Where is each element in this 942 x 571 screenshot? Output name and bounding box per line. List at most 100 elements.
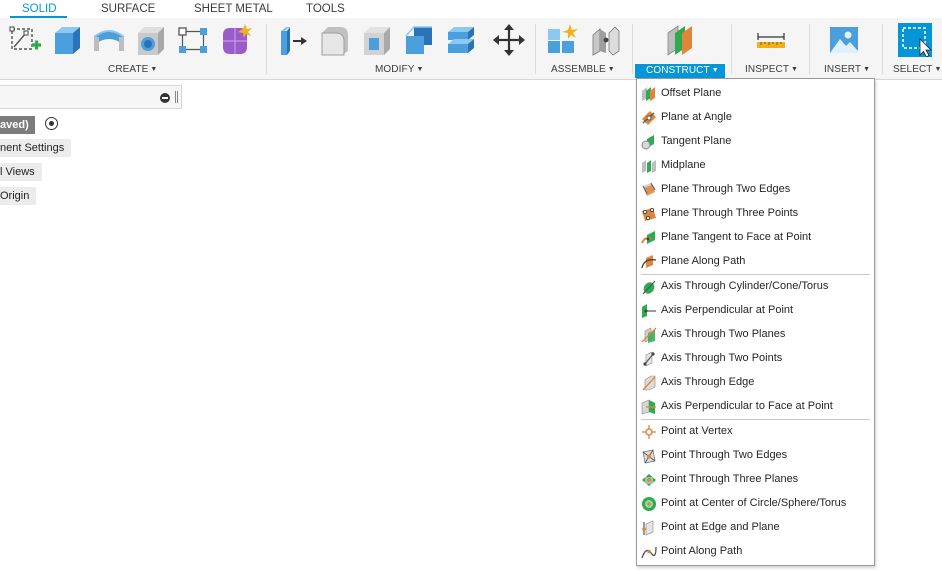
active-document-radio-icon[interactable] xyxy=(45,117,58,130)
tab-tools[interactable]: TOOLS xyxy=(306,3,345,15)
menu-item-label: Plane Along Path xyxy=(661,255,746,267)
tab-solid[interactable]: SOLID xyxy=(22,3,57,15)
select-window-icon[interactable] xyxy=(898,23,932,57)
menu-item-axis-cylinder[interactable]: Axis Through Cylinder/Cone/Torus xyxy=(637,275,874,299)
menu-item-point-three-planes[interactable]: Point Through Three Planes xyxy=(637,468,874,492)
create-menu-button[interactable]: CREATE ▼ xyxy=(108,64,157,75)
insert-menu-button[interactable]: INSERT ▼ xyxy=(824,64,870,75)
menu-item-plane-three-points[interactable]: Plane Through Three Points xyxy=(637,202,874,226)
midplane-icon xyxy=(641,158,657,174)
browser-node-origin[interactable]: Origin xyxy=(0,187,37,205)
move-icon[interactable] xyxy=(492,23,526,57)
collapse-icon[interactable] xyxy=(160,93,170,103)
assemble-menu-button[interactable]: ASSEMBLE ▼ xyxy=(551,64,615,75)
insert-image-icon[interactable] xyxy=(827,23,861,57)
tangent-plane-icon xyxy=(641,134,657,150)
select-menu-button[interactable]: SELECT ▼ xyxy=(893,64,942,75)
menu-item-axis-edge[interactable]: Axis Through Edge xyxy=(637,371,874,395)
modify-label: MODIFY xyxy=(375,64,415,75)
menu-item-label: Axis Perpendicular to Face at Point xyxy=(661,400,833,412)
menu-item-label: Point Through Two Edges xyxy=(661,449,788,461)
menu-item-label: Axis Through Cylinder/Cone/Torus xyxy=(661,280,829,292)
chevron-down-icon: ▼ xyxy=(416,66,424,73)
chevron-down-icon: ▼ xyxy=(934,66,942,73)
menu-item-plane-at-angle[interactable]: Plane at Angle xyxy=(637,106,874,130)
chevron-down-icon: ▼ xyxy=(607,66,615,73)
new-component-icon[interactable] xyxy=(545,23,579,57)
toolbar-divider xyxy=(266,24,267,74)
extrude-icon[interactable] xyxy=(50,23,84,57)
menu-item-tangent-plane[interactable]: Tangent Plane xyxy=(637,130,874,154)
pin-icon[interactable] xyxy=(175,91,178,103)
point-center-icon xyxy=(641,496,657,512)
menu-item-label: Axis Through Two Planes xyxy=(661,328,786,340)
create-label: CREATE xyxy=(108,64,149,75)
axis-perpendicular-face-icon xyxy=(641,399,657,415)
point-along-path-icon xyxy=(641,544,657,560)
menu-item-label: Point Along Path xyxy=(661,545,743,557)
menu-item-point-along-path[interactable]: Point Along Path xyxy=(637,540,874,564)
tab-surface[interactable]: SURFACE xyxy=(101,3,155,15)
menu-item-plane-two-edges[interactable]: Plane Through Two Edges xyxy=(637,178,874,202)
browser-document-node[interactable]: aved) xyxy=(0,116,35,134)
menu-item-label: Plane Through Two Edges xyxy=(661,183,791,195)
menu-item-label: Axis Perpendicular at Point xyxy=(661,304,794,316)
browser-header xyxy=(0,85,182,109)
menu-item-point-center[interactable]: Point at Center of Circle/Sphere/Torus xyxy=(637,492,874,516)
revolve-icon[interactable] xyxy=(92,23,126,57)
offset-plane-icon[interactable] xyxy=(664,23,698,57)
construct-dropdown-menu: Offset Plane Plane at Angle Tangent Plan… xyxy=(636,78,875,566)
menu-item-plane-along-path[interactable]: Plane Along Path xyxy=(637,250,874,274)
combine-icon[interactable] xyxy=(402,23,436,57)
menu-item-axis-perpendicular-point[interactable]: Axis Perpendicular at Point xyxy=(637,299,874,323)
offset-plane-icon xyxy=(641,86,657,102)
modify-menu-button[interactable]: MODIFY ▼ xyxy=(375,64,424,75)
menu-item-axis-two-planes[interactable]: Axis Through Two Planes xyxy=(637,323,874,347)
plane-tangent-face-icon xyxy=(641,230,657,246)
menu-item-axis-two-points[interactable]: Axis Through Two Points xyxy=(637,347,874,371)
shell-icon[interactable] xyxy=(360,23,394,57)
menu-item-label: Point at Vertex xyxy=(661,425,733,437)
point-two-edges-icon xyxy=(641,448,657,464)
menu-item-label: Point Through Three Planes xyxy=(661,473,799,485)
toolbar-divider xyxy=(809,24,810,74)
hole-icon[interactable] xyxy=(134,23,168,57)
browser-node-views[interactable]: l Views xyxy=(0,163,42,181)
fusion-window: SOLID SURFACE SHEET METAL TOOLS CREATE ▼… xyxy=(0,0,942,571)
split-face-icon[interactable] xyxy=(444,23,478,57)
toolbar-divider xyxy=(632,24,633,74)
menu-item-offset-plane[interactable]: Offset Plane xyxy=(637,82,874,106)
axis-two-points-icon xyxy=(641,351,657,367)
chevron-down-icon: ▼ xyxy=(791,66,799,73)
menu-item-point-vertex[interactable]: Point at Vertex xyxy=(637,420,874,444)
plane-two-edges-icon xyxy=(641,182,657,198)
menu-item-label: Plane Tangent to Face at Point xyxy=(661,231,812,243)
plane-three-points-icon xyxy=(641,206,657,222)
press-pull-icon[interactable] xyxy=(276,23,310,57)
chevron-down-icon: ▼ xyxy=(711,67,719,74)
menu-item-label: Point at Edge and Plane xyxy=(661,521,780,533)
create-sketch-icon[interactable] xyxy=(8,23,42,57)
select-label: SELECT xyxy=(893,64,933,75)
browser-node-settings[interactable]: nent Settings xyxy=(0,139,72,157)
menu-item-point-two-edges[interactable]: Point Through Two Edges xyxy=(637,444,874,468)
pattern-icon[interactable] xyxy=(176,23,210,57)
axis-two-planes-icon xyxy=(641,327,657,343)
create-form-icon[interactable] xyxy=(218,23,252,57)
plane-at-angle-icon xyxy=(641,110,657,126)
measure-icon[interactable] xyxy=(754,23,788,57)
menu-item-point-edge-plane[interactable]: Point at Edge and Plane xyxy=(637,516,874,540)
menu-item-label: Offset Plane xyxy=(661,87,722,99)
axis-cylinder-icon xyxy=(641,279,657,295)
menu-item-label: Axis Through Edge xyxy=(661,376,755,388)
menu-item-axis-perpendicular-face[interactable]: Axis Perpendicular to Face at Point xyxy=(637,395,874,419)
menu-item-plane-tangent-face[interactable]: Plane Tangent to Face at Point xyxy=(637,226,874,250)
joint-icon[interactable] xyxy=(589,23,623,57)
tab-sheet-metal[interactable]: SHEET METAL xyxy=(194,3,273,15)
fillet-icon[interactable] xyxy=(318,23,352,57)
assemble-label: ASSEMBLE xyxy=(551,64,606,75)
inspect-menu-button[interactable]: INSPECT ▼ xyxy=(745,64,798,75)
construct-menu-button[interactable]: CONSTRUCT ▼ xyxy=(635,64,725,78)
menu-item-midplane[interactable]: Midplane xyxy=(637,154,874,178)
toolbar-divider xyxy=(731,24,732,74)
